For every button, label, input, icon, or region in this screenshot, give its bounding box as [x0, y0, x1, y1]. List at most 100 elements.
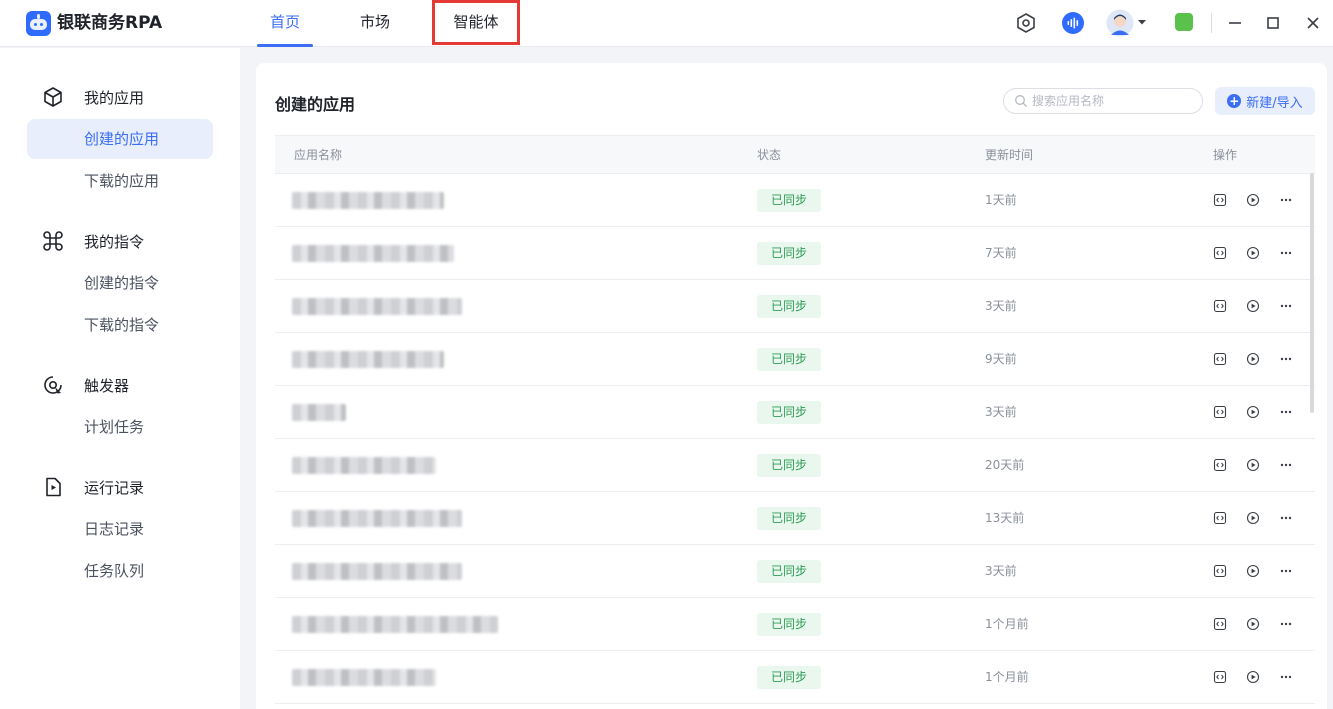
new-import-label: 新建/导入	[1246, 95, 1303, 111]
more-icon[interactable]	[1279, 405, 1293, 419]
code-icon[interactable]	[1213, 193, 1227, 207]
user-avatar-icon[interactable]	[1106, 9, 1134, 37]
new-import-button[interactable]: + 新建/导入	[1215, 87, 1315, 115]
code-icon[interactable]	[1213, 617, 1227, 631]
panel-title: 创建的应用	[275, 95, 356, 114]
play-icon[interactable]	[1246, 511, 1260, 525]
sidebar-group-my-commands[interactable]: 我的指令	[40, 228, 144, 254]
more-icon[interactable]	[1279, 564, 1293, 578]
code-icon[interactable]	[1213, 511, 1227, 525]
updated-time: 1个月前	[985, 617, 1029, 631]
app-name-redacted[interactable]	[292, 404, 346, 421]
app-name-redacted[interactable]	[292, 563, 462, 580]
table-row[interactable]: 已同步 3天前	[275, 386, 1315, 439]
table-row[interactable]: 已同步 1天前	[275, 174, 1315, 227]
sidebar-item-task-queue[interactable]: 任务队列	[27, 551, 213, 591]
play-icon[interactable]	[1246, 246, 1260, 260]
table-row[interactable]: 已同步 9天前	[275, 333, 1315, 386]
table-row[interactable]: 已同步 3天前	[275, 545, 1315, 598]
updated-time: 3天前	[985, 405, 1017, 419]
more-icon[interactable]	[1279, 299, 1293, 313]
app-logo-icon	[26, 11, 51, 36]
more-icon[interactable]	[1279, 670, 1293, 684]
sidebar-item-scheduled-tasks[interactable]: 计划任务	[27, 407, 213, 447]
table-row[interactable]: 已同步 7天前	[275, 227, 1315, 280]
more-icon[interactable]	[1279, 246, 1293, 260]
table-row[interactable]: 已同步 1个月前	[275, 598, 1315, 651]
sidebar-group-label: 触发器	[84, 376, 130, 395]
cube-icon	[40, 84, 66, 110]
play-icon[interactable]	[1246, 617, 1260, 631]
status-badge: 已同步	[757, 560, 821, 583]
play-icon[interactable]	[1246, 193, 1260, 207]
tab-home[interactable]: 首页	[257, 0, 313, 47]
play-icon[interactable]	[1246, 670, 1260, 684]
more-icon[interactable]	[1279, 458, 1293, 472]
tab-agent-highlight-box	[432, 0, 520, 45]
code-icon[interactable]	[1213, 564, 1227, 578]
updated-time: 7天前	[985, 246, 1017, 260]
app-name-redacted[interactable]	[292, 298, 462, 315]
status-badge: 已同步	[757, 348, 821, 371]
column-header-status: 状态	[757, 148, 782, 162]
sidebar-group-label: 运行记录	[84, 478, 145, 497]
updated-time: 1个月前	[985, 670, 1029, 684]
table-row[interactable]: 已同步 1个月前	[275, 651, 1315, 704]
column-header-name: 应用名称	[294, 148, 343, 162]
sidebar-group-triggers[interactable]: 触发器	[40, 372, 129, 398]
search-box[interactable]	[1003, 88, 1203, 114]
voice-assistant-icon[interactable]	[1061, 11, 1085, 35]
updated-time: 20天前	[985, 458, 1025, 472]
more-icon[interactable]	[1279, 511, 1293, 525]
more-icon[interactable]	[1279, 617, 1293, 631]
table-scrollbar[interactable]	[1310, 173, 1314, 413]
settings-hexagon-icon[interactable]	[1014, 11, 1038, 35]
app-name-redacted[interactable]	[292, 616, 498, 633]
code-icon[interactable]	[1213, 670, 1227, 684]
chevron-down-icon[interactable]	[1137, 17, 1147, 27]
play-icon[interactable]	[1246, 405, 1260, 419]
sidebar-item-downloaded-commands[interactable]: 下载的指令	[27, 305, 213, 345]
sidebar-item-created-commands[interactable]: 创建的指令	[27, 263, 213, 303]
code-icon[interactable]	[1213, 299, 1227, 313]
status-indicator-icon[interactable]	[1175, 13, 1193, 31]
play-icon[interactable]	[1246, 352, 1260, 366]
app-name-redacted[interactable]	[292, 245, 454, 262]
code-icon[interactable]	[1213, 246, 1227, 260]
more-icon[interactable]	[1279, 352, 1293, 366]
table-row[interactable]: 已同步 20天前	[275, 439, 1315, 492]
sidebar-item-downloaded-apps[interactable]: 下载的应用	[27, 161, 213, 201]
sidebar-item-log-records[interactable]: 日志记录	[27, 509, 213, 549]
table-row[interactable]: 已同步 13天前	[275, 492, 1315, 545]
app-name-redacted[interactable]	[292, 510, 462, 527]
play-icon[interactable]	[1246, 299, 1260, 313]
app-name-redacted[interactable]	[292, 457, 436, 474]
sidebar-group-label: 我的指令	[84, 232, 145, 251]
play-file-icon	[40, 474, 66, 500]
code-icon[interactable]	[1213, 352, 1227, 366]
column-header-actions: 操作	[1213, 148, 1238, 162]
sidebar-group-run-records[interactable]: 运行记录	[40, 474, 144, 500]
minimize-icon[interactable]	[1223, 11, 1247, 35]
close-icon[interactable]	[1301, 11, 1325, 35]
app-name-redacted[interactable]	[292, 669, 436, 686]
table-row[interactable]: 已同步 3天前	[275, 280, 1315, 333]
app-name-redacted[interactable]	[292, 192, 444, 209]
code-icon[interactable]	[1213, 458, 1227, 472]
app-name-redacted[interactable]	[292, 351, 444, 368]
status-badge: 已同步	[757, 507, 821, 530]
play-icon[interactable]	[1246, 564, 1260, 578]
more-icon[interactable]	[1279, 193, 1293, 207]
status-badge: 已同步	[757, 189, 821, 212]
sidebar-item-created-apps[interactable]: 创建的应用	[27, 119, 213, 159]
play-icon[interactable]	[1246, 458, 1260, 472]
maximize-icon[interactable]	[1261, 11, 1285, 35]
search-input[interactable]	[1032, 92, 1192, 110]
status-badge: 已同步	[757, 295, 821, 318]
plus-circle-icon: +	[1227, 94, 1242, 108]
sidebar-group-my-apps[interactable]: 我的应用	[40, 84, 144, 110]
command-icon	[40, 228, 66, 254]
code-icon[interactable]	[1213, 405, 1227, 419]
tab-market[interactable]: 市场	[351, 0, 399, 47]
sidebar: 我的应用 创建的应用 下载的应用 我的指令 创建的指令 下载的指令 触发器 计划…	[0, 48, 240, 709]
